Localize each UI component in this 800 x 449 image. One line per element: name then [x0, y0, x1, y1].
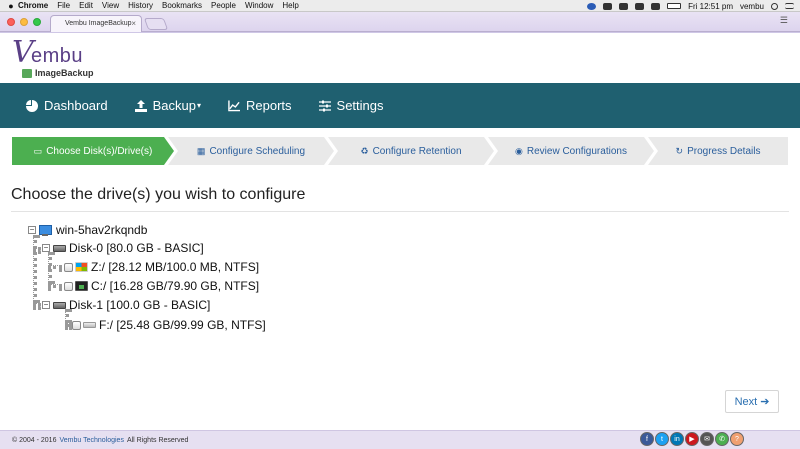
company-link[interactable]: Vembu Technologies: [59, 437, 123, 444]
time-machine-icon[interactable]: [619, 2, 629, 10]
disk-label: Disk-0 [80.0 GB - BASIC]: [69, 241, 204, 255]
next-button[interactable]: Next ➔: [725, 390, 779, 413]
menu-help[interactable]: Help: [282, 1, 298, 10]
drive-checkbox[interactable]: [72, 320, 81, 330]
tree-node-disk-1[interactable]: − Disk-1 [100.0 GB - BASIC]: [42, 298, 210, 312]
collapse-icon[interactable]: −: [42, 244, 50, 252]
arrow-right-icon: ➔: [760, 396, 770, 408]
windows-drive-icon: [75, 262, 88, 272]
drive-tree: − win-5hav2rkqndb − Disk-0 [80.0 GB - BA…: [0, 33, 800, 449]
close-window-button[interactable]: [7, 18, 15, 26]
disk-label: Disk-1 [100.0 GB - BASIC]: [69, 298, 211, 312]
search-icon[interactable]: [771, 2, 778, 10]
notification-center-icon[interactable]: [785, 3, 794, 9]
menu-bookmarks[interactable]: Bookmarks: [162, 1, 202, 10]
menubar-user[interactable]: vembu: [740, 2, 764, 11]
maximize-window-button[interactable]: [33, 18, 41, 26]
tree-line: [33, 247, 41, 251]
tree-node-drive-c[interactable]: C:/ [16.28 GB/79.90 GB, NTFS]: [64, 279, 259, 293]
tree-node-drive-z[interactable]: Z:/ [28.12 MB/100.0 MB, NTFS]: [64, 260, 259, 274]
hard-disk-icon: [53, 244, 66, 252]
tree-line: [65, 323, 72, 327]
new-tab-button[interactable]: [143, 18, 169, 30]
email-icon[interactable]: ✉: [700, 432, 714, 446]
next-button-label: Next: [734, 395, 758, 408]
drive-checkbox[interactable]: [64, 262, 73, 272]
drive-label: Z:/ [28.12 MB/100.0 MB, NTFS]: [91, 260, 260, 274]
tree-line: [33, 235, 37, 303]
hard-disk-icon: [53, 301, 66, 309]
drive-label: C:/ [16.28 GB/79.90 GB, NTFS]: [91, 279, 260, 293]
battery-icon[interactable]: [667, 3, 682, 9]
phone-icon[interactable]: ✆: [715, 432, 729, 446]
tab-close-icon[interactable]: ×: [131, 19, 136, 28]
browser-tabbar: Vembu ImageBackup × ☰: [0, 12, 800, 32]
youtube-icon[interactable]: ▶: [685, 432, 699, 446]
window-controls: [7, 18, 41, 26]
minimize-window-button[interactable]: [20, 18, 28, 26]
menu-history[interactable]: History: [128, 1, 153, 10]
computer-icon: [39, 224, 52, 236]
wifi-icon[interactable]: [635, 2, 645, 10]
tree-node-drive-f[interactable]: F:/ [25.48 GB/99.99 GB, NTFS]: [72, 318, 266, 332]
browser-user-icon[interactable]: ☰: [780, 15, 788, 26]
drive-checkbox[interactable]: [64, 281, 73, 291]
browser-tab[interactable]: Vembu ImageBackup ×: [50, 15, 142, 32]
twitter-icon[interactable]: t: [655, 432, 669, 446]
collapse-icon[interactable]: −: [28, 226, 36, 234]
drive-label: F:/ [25.48 GB/99.99 GB, NTFS]: [99, 318, 266, 332]
menu-window[interactable]: Window: [245, 1, 273, 10]
apple-icon[interactable]: ●: [4, 1, 18, 11]
tree-line: [48, 265, 62, 269]
drive-icon: [83, 322, 96, 328]
volume-icon[interactable]: [651, 2, 661, 10]
tab-title: Vembu ImageBackup: [65, 20, 132, 27]
menu-view[interactable]: View: [102, 1, 119, 10]
clock[interactable]: Fri 12:51 pm: [688, 2, 733, 11]
collapse-icon[interactable]: −: [42, 301, 50, 309]
menu-app-chrome[interactable]: Chrome: [18, 1, 48, 10]
menu-edit[interactable]: Edit: [79, 1, 93, 10]
status-area: Fri 12:51 pm vembu: [587, 0, 794, 12]
tree-node-disk-0[interactable]: − Disk-0 [80.0 GB - BASIC]: [42, 241, 204, 255]
footer: © 2004 - 2016 Vembu Technologies All Rig…: [0, 430, 800, 449]
linkedin-icon[interactable]: in: [670, 432, 684, 446]
facebook-icon[interactable]: f: [640, 432, 654, 446]
help-icon[interactable]: ?: [730, 432, 744, 446]
social-links: f t in ▶ ✉ ✆ ?: [640, 432, 744, 446]
tree-node-machine[interactable]: − win-5hav2rkqndb: [28, 223, 147, 237]
vpn-icon[interactable]: [587, 2, 597, 10]
tree-line: [48, 284, 62, 288]
menu-file[interactable]: File: [57, 1, 70, 10]
machine-label: win-5hav2rkqndb: [56, 223, 148, 237]
app-page: V embu ImageBackup Dashboard Backup ▾ Re…: [0, 33, 800, 449]
tree-line: [33, 303, 41, 307]
airplay-icon[interactable]: [603, 2, 613, 10]
rights-text: All Rights Reserved: [126, 436, 189, 444]
system-drive-icon: [75, 281, 88, 291]
copyright-text: © 2004 - 2016: [12, 436, 57, 444]
menu-people[interactable]: People: [211, 1, 236, 10]
macos-menubar: ● Chrome File Edit View History Bookmark…: [0, 0, 800, 12]
